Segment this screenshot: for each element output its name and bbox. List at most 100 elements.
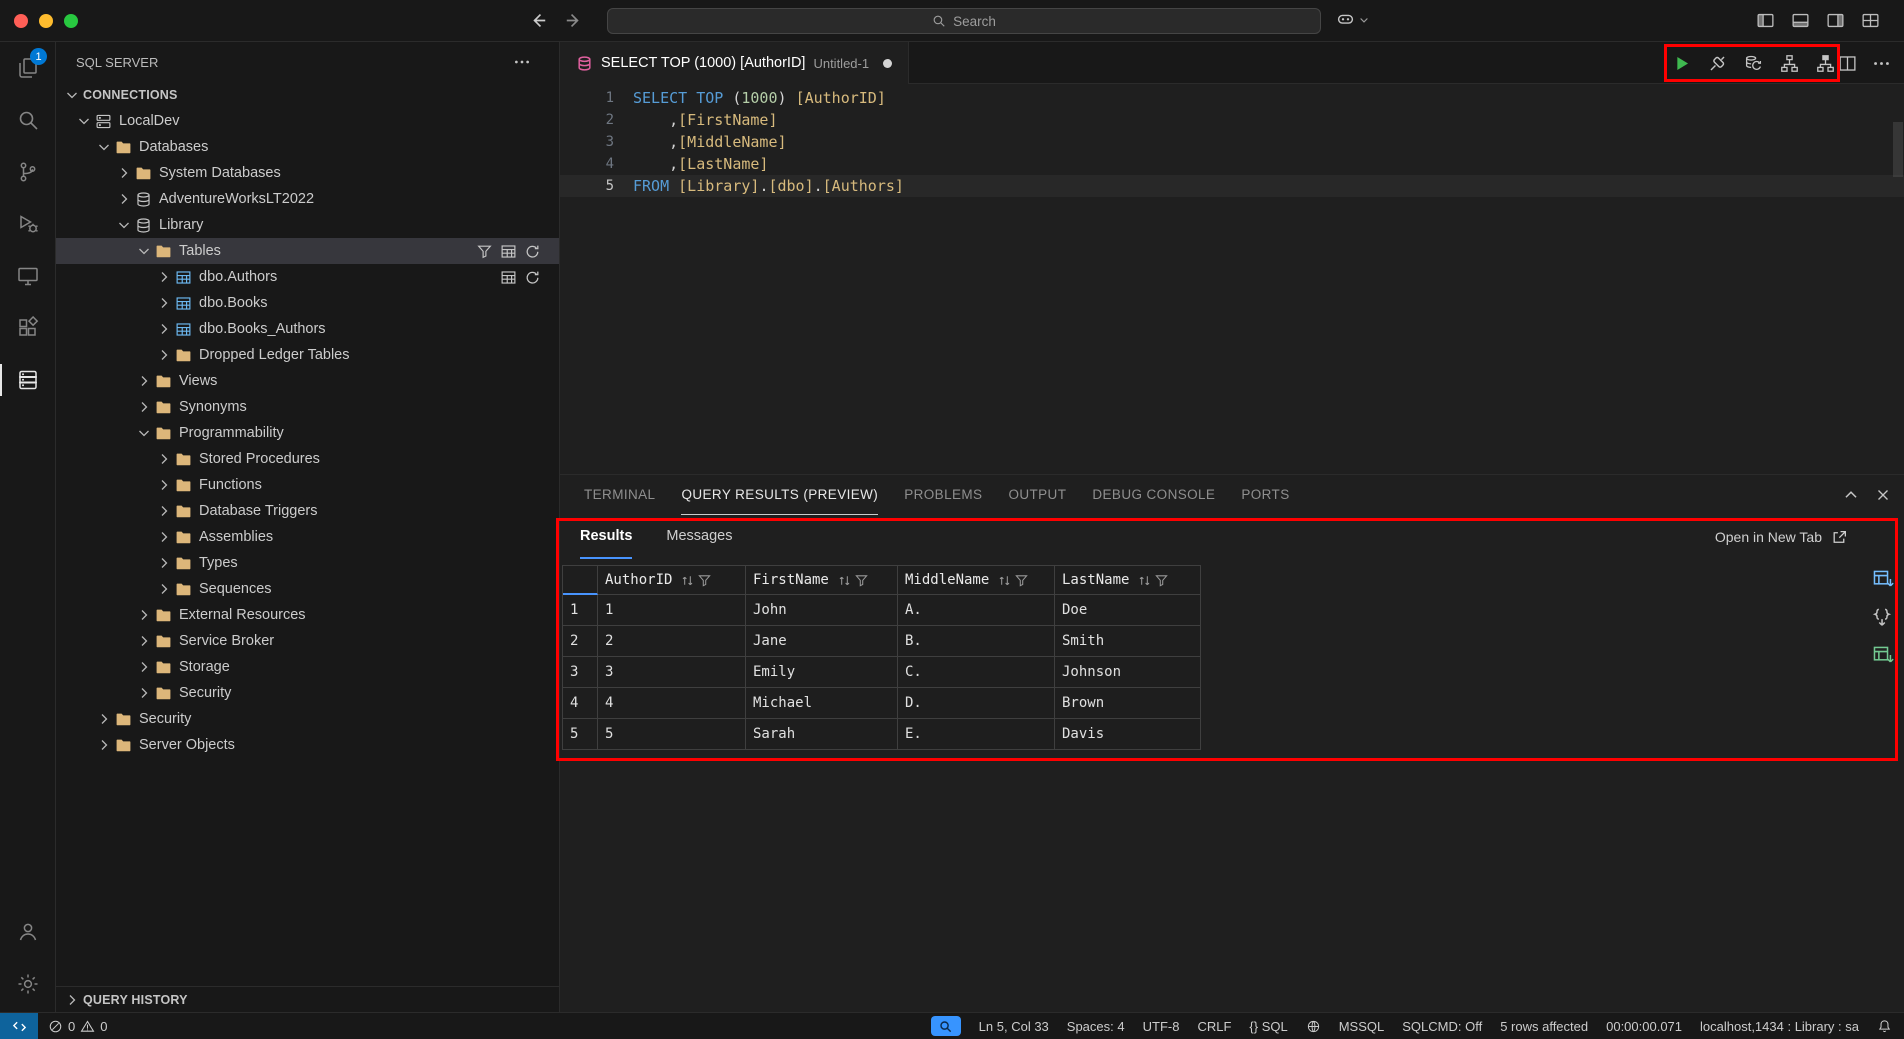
- sort-icon[interactable]: [1137, 573, 1152, 588]
- code-line-5[interactable]: 5FROM [Library].[dbo].[Authors]: [560, 175, 1904, 197]
- tree-item-localdev[interactable]: LocalDev: [56, 108, 559, 134]
- tree-item-system-databases[interactable]: System Databases: [56, 160, 559, 186]
- tree-item-storage[interactable]: Storage: [56, 654, 559, 680]
- grid-cell[interactable]: 1: [598, 595, 746, 626]
- tree-item-adventureworkslt2022[interactable]: AdventureWorksLT2022: [56, 186, 559, 212]
- filter-icon[interactable]: [697, 573, 712, 588]
- grid-cell[interactable]: B.: [898, 626, 1055, 657]
- messages-tab[interactable]: Messages: [666, 515, 732, 559]
- code-line-1[interactable]: 1SELECT TOP (1000) [AuthorID]: [560, 87, 1904, 109]
- sort-icon[interactable]: [680, 573, 695, 588]
- activity-item-explorer[interactable]: 1: [0, 42, 55, 94]
- grid-cell[interactable]: Davis: [1055, 719, 1201, 750]
- grid-cell[interactable]: A.: [898, 595, 1055, 626]
- panel-tab-output[interactable]: OUTPUT: [1008, 475, 1066, 515]
- panel-tab-query-results[interactable]: QUERY RESULTS (PREVIEW): [681, 475, 878, 515]
- rows-affected[interactable]: 5 rows affected: [1500, 1013, 1588, 1039]
- grid-cell[interactable]: Michael: [746, 688, 898, 719]
- grid-cell[interactable]: E.: [898, 719, 1055, 750]
- query-history-section-header[interactable]: QUERY HISTORY: [56, 986, 559, 1012]
- open-in-new-tab-button[interactable]: Open in New Tab: [1715, 529, 1848, 546]
- editor-scrollbar[interactable]: [1893, 122, 1903, 177]
- code-line-3[interactable]: 3 ,[MiddleName]: [560, 131, 1904, 153]
- grid-header-authorid[interactable]: AuthorID: [598, 566, 746, 595]
- tree-item-assemblies[interactable]: Assemblies: [56, 524, 559, 550]
- grid-row-number[interactable]: 4: [563, 688, 598, 719]
- grid-cell[interactable]: Sarah: [746, 719, 898, 750]
- grid-header-lastname[interactable]: LastName: [1055, 566, 1201, 595]
- tree-item-dbo-books[interactable]: dbo.Books: [56, 290, 559, 316]
- connections-section-header[interactable]: CONNECTIONS: [56, 82, 559, 108]
- zoom-window-button[interactable]: [64, 14, 78, 28]
- problems-status[interactable]: 0 0: [38, 1013, 117, 1039]
- forward-icon[interactable]: [565, 11, 584, 30]
- grid-icon[interactable]: [500, 269, 517, 286]
- activity-item-search[interactable]: [0, 94, 55, 146]
- tree-item-synonyms[interactable]: Synonyms: [56, 394, 559, 420]
- refresh-icon[interactable]: [524, 243, 541, 260]
- editor-tab-untitled-1[interactable]: SELECT TOP (1000) [AuthorID] Untitled-1: [560, 42, 909, 84]
- grid-cell[interactable]: John: [746, 595, 898, 626]
- grid-cell[interactable]: 5: [598, 719, 746, 750]
- tree-item-security[interactable]: Security: [56, 706, 559, 732]
- tree-item-security[interactable]: Security: [56, 680, 559, 706]
- sort-icon[interactable]: [997, 573, 1012, 588]
- activity-item-settings[interactable]: [0, 958, 55, 1010]
- back-icon[interactable]: [528, 11, 547, 30]
- grid-cell[interactable]: Jane: [746, 626, 898, 657]
- run-query-button[interactable]: [1668, 49, 1694, 77]
- modified-dot-icon[interactable]: [883, 59, 892, 68]
- live-share[interactable]: [1306, 1013, 1321, 1039]
- cursor-position[interactable]: Ln 5, Col 33: [979, 1013, 1049, 1039]
- tree-item-programmability[interactable]: Programmability: [56, 420, 559, 446]
- language-mode[interactable]: {} SQL: [1249, 1013, 1287, 1039]
- results-tab[interactable]: Results: [580, 515, 632, 559]
- tree-item-dropped-ledger-tables[interactable]: Dropped Ledger Tables: [56, 342, 559, 368]
- zoom-indicator[interactable]: [931, 1016, 961, 1036]
- minimize-window-button[interactable]: [39, 14, 53, 28]
- grid-cell[interactable]: Doe: [1055, 595, 1201, 626]
- code-line-2[interactable]: 2 ,[FirstName]: [560, 109, 1904, 131]
- tree-item-sequences[interactable]: Sequences: [56, 576, 559, 602]
- save-as-json-button[interactable]: [1872, 606, 1894, 628]
- connection-info[interactable]: localhost,1434 : Library : sa: [1700, 1013, 1859, 1039]
- query-duration[interactable]: 00:00:00.071: [1606, 1013, 1682, 1039]
- code-editor[interactable]: 1SELECT TOP (1000) [AuthorID]2 ,[FirstNa…: [560, 84, 1904, 474]
- more-actions-icon[interactable]: [513, 53, 531, 71]
- refresh-icon[interactable]: [524, 269, 541, 286]
- filter-icon[interactable]: [1154, 573, 1169, 588]
- activity-item-sql-server[interactable]: [0, 354, 55, 406]
- panel-tab-debug-console[interactable]: DEBUG CONSOLE: [1092, 475, 1215, 515]
- enable-actual-plan-button[interactable]: [1812, 49, 1838, 77]
- grid-corner-cell[interactable]: [563, 566, 598, 595]
- grid-cell[interactable]: C.: [898, 657, 1055, 688]
- tree-item-service-broker[interactable]: Service Broker: [56, 628, 559, 654]
- tree-item-server-objects[interactable]: Server Objects: [56, 732, 559, 758]
- activity-item-remote-explorer[interactable]: [0, 250, 55, 302]
- panel-tab-ports[interactable]: PORTS: [1241, 475, 1289, 515]
- grid-cell[interactable]: Brown: [1055, 688, 1201, 719]
- command-center-search[interactable]: Search: [607, 8, 1321, 34]
- tree-item-databases[interactable]: Databases: [56, 134, 559, 160]
- more-actions-button[interactable]: [1868, 49, 1894, 77]
- grid-row-number[interactable]: 5: [563, 719, 598, 750]
- grid-header-middlename[interactable]: MiddleName: [898, 566, 1055, 595]
- toggle-panel-icon[interactable]: [1791, 11, 1810, 30]
- grid-cell[interactable]: Johnson: [1055, 657, 1201, 688]
- grid-cell[interactable]: D.: [898, 688, 1055, 719]
- code-line-4[interactable]: 4 ,[LastName]: [560, 153, 1904, 175]
- sqlcmd-status[interactable]: SQLCMD: Off: [1402, 1013, 1482, 1039]
- mssql-provider[interactable]: MSSQL: [1339, 1013, 1385, 1039]
- tree-item-dbo-authors[interactable]: dbo.Authors: [56, 264, 559, 290]
- close-panel-icon[interactable]: [1874, 486, 1892, 504]
- indentation[interactable]: Spaces: 4: [1067, 1013, 1125, 1039]
- tree-item-database-triggers[interactable]: Database Triggers: [56, 498, 559, 524]
- copilot-menu[interactable]: [1336, 10, 1370, 29]
- tree-item-dbo-books-authors[interactable]: dbo.Books_Authors: [56, 316, 559, 342]
- maximize-panel-icon[interactable]: [1842, 486, 1860, 504]
- customize-layout-icon[interactable]: [1861, 11, 1880, 30]
- filter-icon[interactable]: [476, 243, 493, 260]
- grid-icon[interactable]: [500, 243, 517, 260]
- tree-item-stored-procedures[interactable]: Stored Procedures: [56, 446, 559, 472]
- filter-icon[interactable]: [1014, 573, 1029, 588]
